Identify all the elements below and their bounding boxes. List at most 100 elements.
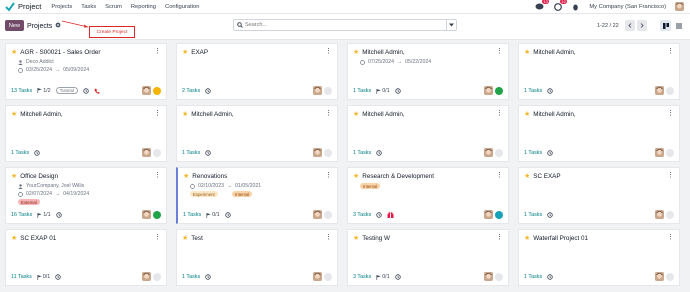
debug-bug-icon[interactable] [571,2,580,11]
task-count-link[interactable]: 1 Tasks [183,212,201,218]
status-indicator[interactable] [324,210,332,219]
menu-scrum[interactable]: Scrum [105,4,122,10]
favorite-star-icon[interactable]: ★ [182,49,188,56]
manager-avatar[interactable] [655,148,664,157]
status-indicator[interactable] [666,272,674,281]
activity-clock-icon[interactable] [376,212,382,218]
card-menu-button[interactable]: ⋮ [667,234,674,241]
favorite-star-icon[interactable]: ★ [182,235,188,242]
favorite-star-icon[interactable]: ★ [353,49,359,56]
card-menu-button[interactable]: ⋮ [496,172,503,179]
status-indicator[interactable] [324,86,332,95]
search-input[interactable] [245,22,446,28]
menu-tasks[interactable]: Tasks [81,4,96,10]
menu-configuration[interactable]: Configuration [165,4,199,10]
task-count-link[interactable]: 1 Tasks [353,88,371,94]
status-indicator[interactable] [495,210,503,219]
status-indicator[interactable] [666,210,674,219]
favorite-star-icon[interactable]: ★ [524,173,530,180]
manager-avatar[interactable] [484,272,493,281]
favorite-star-icon[interactable]: ★ [11,111,17,118]
favorite-star-icon[interactable]: ★ [524,49,530,56]
project-card[interactable]: ★ EXAP ⋮ 2 Tasks [176,43,338,100]
activity-clock-icon[interactable] [547,88,553,94]
manager-avatar[interactable] [313,86,322,95]
menu-reporting[interactable]: Reporting [131,4,156,10]
kanban-view-button[interactable] [660,20,671,31]
status-indicator[interactable] [153,210,161,219]
activity-clock-icon[interactable] [205,274,211,280]
card-menu-button[interactable]: ⋮ [154,48,161,55]
status-indicator[interactable] [666,148,674,157]
card-menu-button[interactable]: ⋮ [154,172,161,179]
card-menu-button[interactable]: ⋮ [154,234,161,241]
project-card[interactable]: ★ Research & Development ⋮ Internal 3 Tas… [347,167,509,224]
milestones[interactable]: 0/1 [376,88,390,94]
project-card[interactable]: ★ SC EXAP ⋮ 1 Tasks [518,167,680,224]
project-card[interactable]: ★ Mitchell Admin, ⋮ 1 Tasks [176,105,338,162]
settings-gear-icon[interactable] [55,22,61,30]
user-avatar[interactable] [675,2,684,11]
activity-clock-icon[interactable] [55,212,62,218]
activity-clock-icon[interactable] [394,88,401,94]
card-menu-button[interactable]: ⋮ [667,48,674,55]
favorite-star-icon[interactable]: ★ [353,173,359,180]
task-count-link[interactable]: 1 Tasks [524,150,542,156]
card-menu-button[interactable]: ⋮ [325,48,332,55]
status-indicator[interactable] [495,148,503,157]
favorite-star-icon[interactable]: ★ [353,111,359,118]
card-menu-button[interactable]: ⋮ [496,110,503,117]
favorite-star-icon[interactable]: ★ [183,173,189,180]
project-card[interactable]: ★ Testing W ⋮ 3 Tasks 0/1 [347,229,509,286]
manager-avatar[interactable] [484,210,493,219]
manager-avatar[interactable] [484,86,493,95]
activity-clock-icon[interactable] [205,88,211,94]
status-indicator[interactable] [324,148,332,157]
company-switcher[interactable]: My Company (San Francisco) [589,4,666,10]
menu-projects[interactable]: Projects [51,4,72,10]
gift-icon[interactable] [387,212,394,218]
manager-avatar[interactable] [655,210,664,219]
manager-avatar[interactable] [313,210,322,219]
task-count-link[interactable]: 1 Tasks [182,150,200,156]
pager-value[interactable]: 1-22 / 22 [597,23,619,29]
manager-avatar[interactable] [655,272,664,281]
manager-avatar[interactable] [142,272,151,281]
manager-avatar[interactable] [142,86,151,95]
card-menu-button[interactable]: ⋮ [325,172,332,179]
task-count-link[interactable]: 1 Tasks [524,88,542,94]
search-options-toggle[interactable] [446,20,456,30]
task-count-link[interactable]: 16 Tasks [11,212,32,218]
app-name[interactable]: Project [18,2,41,11]
project-card[interactable]: ★ Waterfall Project 01 ⋮ 1 Tasks [518,229,680,286]
activity-clock-icon[interactable]: 12 [553,0,568,11]
project-card[interactable]: ★ Office Design ⋮ YourCompany, Joel Will… [5,167,167,224]
project-card[interactable]: ★ Test ⋮ 1 Tasks [176,229,338,286]
project-app-icon[interactable] [5,1,15,12]
project-card[interactable]: ★ Mitchell Admin, ⋮ 1 Tasks [347,105,509,162]
task-count-link[interactable]: 1 Tasks [524,212,542,218]
chat-icon[interactable]: 13 [535,0,550,11]
task-count-link[interactable]: 13 Tasks [11,88,32,94]
pager-next-button[interactable] [637,20,647,31]
activity-clock-icon[interactable] [205,150,211,156]
manager-avatar[interactable] [655,86,664,95]
milestones[interactable]: 0/1 [376,274,390,280]
status-indicator[interactable] [666,86,674,95]
activity-clock-icon[interactable] [83,87,89,94]
favorite-star-icon[interactable]: ★ [11,173,17,180]
activity-clock-icon[interactable] [55,274,61,280]
activity-clock-icon[interactable] [547,212,553,218]
project-card[interactable]: ★ Mitchell Admin, ⋮ 1 Tasks [518,43,680,100]
task-count-link[interactable]: 1 Tasks [11,150,29,156]
milestones[interactable]: 0/1 [37,274,50,280]
card-menu-button[interactable]: ⋮ [325,110,332,117]
task-count-link[interactable]: 11 Tasks [11,274,32,280]
search-bar[interactable] [233,19,457,31]
favorite-star-icon[interactable]: ★ [524,111,530,118]
status-indicator[interactable] [153,86,161,95]
project-card[interactable]: ★ AGR - S00021 - Sales Order ⋮ Deco Addi… [5,43,167,100]
card-menu-button[interactable]: ⋮ [154,110,161,117]
project-card[interactable]: ★ Mitchell Admin, ⋮ 07/25/2024 → 05/22/2… [347,43,509,100]
favorite-star-icon[interactable]: ★ [11,49,17,56]
